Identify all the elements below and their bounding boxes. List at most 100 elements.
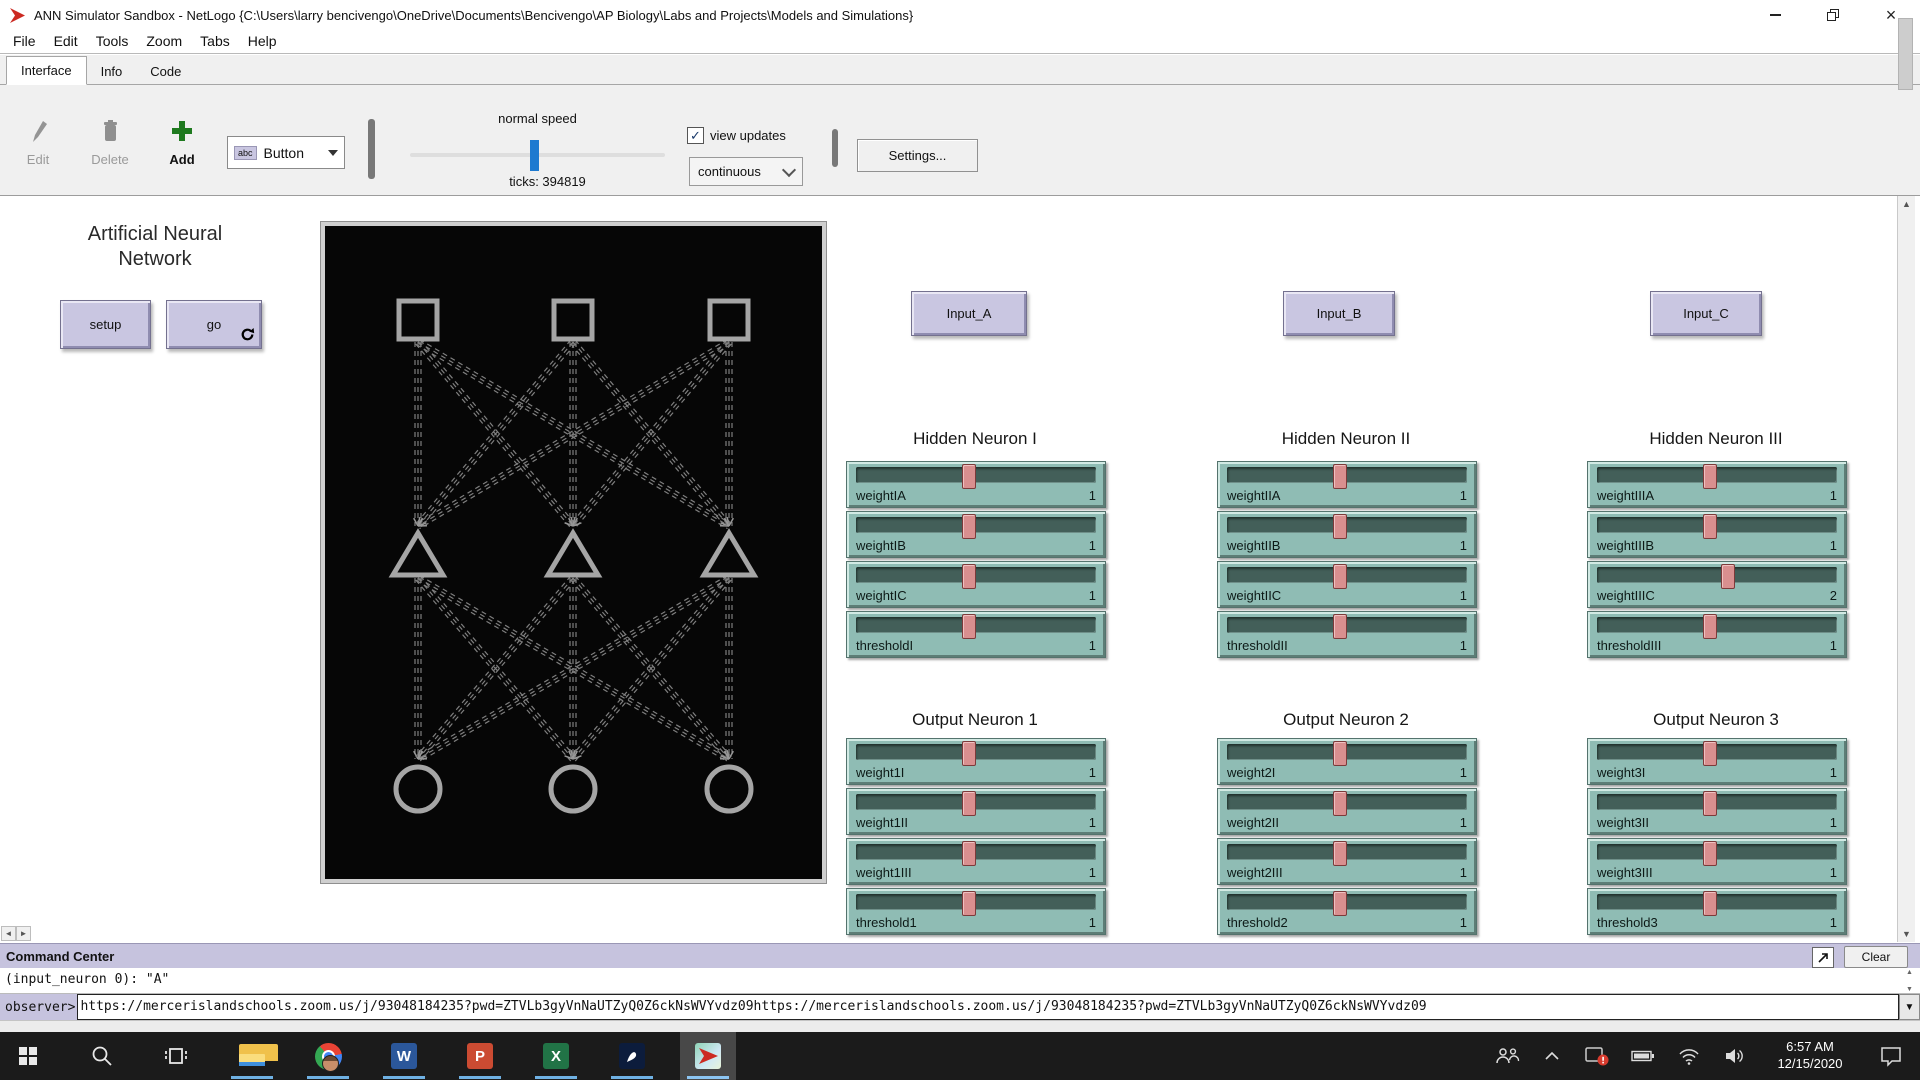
slider-weightIB[interactable]: weightIB1	[846, 511, 1106, 558]
menu-zoom[interactable]: Zoom	[137, 30, 191, 53]
clock-tray-button[interactable]: 6:57 AM 12/15/2020	[1758, 1032, 1862, 1080]
clear-button[interactable]: Clear	[1844, 946, 1908, 968]
edit-tool-button[interactable]: Edit	[8, 119, 68, 167]
slider-handle[interactable]	[962, 564, 976, 589]
taskbar-word[interactable]: W	[376, 1032, 432, 1080]
taskbar-file-explorer[interactable]	[224, 1032, 280, 1080]
slider-handle[interactable]	[962, 841, 976, 866]
slider-handle[interactable]	[962, 514, 976, 539]
slider-weightIIIA[interactable]: weightIIIA1	[1587, 461, 1847, 508]
command-history-dropdown[interactable]: ▼	[1899, 994, 1920, 1020]
slider-handle[interactable]	[962, 614, 976, 639]
slider-weightIIIB[interactable]: weightIIIB1	[1587, 511, 1847, 558]
h-scrollbar-right-arrow[interactable]: ►	[16, 926, 31, 941]
setup-button[interactable]: setup	[60, 300, 151, 349]
add-tool-button[interactable]: Add	[152, 119, 212, 167]
tab-code[interactable]: Code	[136, 58, 195, 85]
slider-handle[interactable]	[1333, 464, 1347, 489]
slider-threshold3[interactable]: threshold31	[1587, 888, 1847, 935]
volume-tray-button[interactable]	[1712, 1032, 1758, 1080]
slider-thresholdIII[interactable]: thresholdIII1	[1587, 611, 1847, 658]
widget-type-dropdown[interactable]: abc Button	[227, 136, 345, 169]
slider-threshold1[interactable]: threshold11	[846, 888, 1106, 935]
action-center-button[interactable]	[1862, 1032, 1920, 1080]
slider-weightIIB[interactable]: weightIIB1	[1217, 511, 1477, 558]
scroll-up-arrow[interactable]: ▲	[1898, 196, 1915, 212]
menu-tools[interactable]: Tools	[87, 30, 138, 53]
slider-handle[interactable]	[962, 891, 976, 916]
output-scrollbar[interactable]: ▲▼	[1903, 969, 1916, 993]
slider-handle[interactable]	[1333, 791, 1347, 816]
scroll-down-arrow[interactable]: ▼	[1898, 926, 1915, 942]
slider-handle[interactable]	[1333, 514, 1347, 539]
slider-weight3III[interactable]: weight3III1	[1587, 838, 1847, 885]
update-mode-dropdown[interactable]: continuous	[689, 157, 803, 186]
slider-weightIIC[interactable]: weightIIC1	[1217, 561, 1477, 608]
input-button-input_c[interactable]: Input_C	[1650, 291, 1762, 336]
tab-interface[interactable]: Interface	[6, 56, 87, 85]
slider-handle[interactable]	[1703, 614, 1717, 639]
slider-weightIA[interactable]: weightIA1	[846, 461, 1106, 508]
slider-weight2I[interactable]: weight2I1	[1217, 738, 1477, 785]
menu-file[interactable]: File	[4, 30, 45, 53]
slider-handle[interactable]	[1703, 741, 1717, 766]
slider-handle[interactable]	[1333, 841, 1347, 866]
vertical-scrollbar[interactable]: ▲ ▼	[1897, 196, 1915, 942]
slider-threshold2[interactable]: threshold21	[1217, 888, 1477, 935]
slider-weight1I[interactable]: weight1I1	[846, 738, 1106, 785]
slider-weight1III[interactable]: weight1III1	[846, 838, 1106, 885]
settings-button[interactable]: Settings...	[857, 139, 978, 172]
command-center-expand-button[interactable]	[1812, 947, 1834, 968]
menu-help[interactable]: Help	[239, 30, 286, 53]
start-button[interactable]	[0, 1032, 56, 1080]
vertical-scrollbar-thumb[interactable]	[1898, 18, 1913, 90]
slider-handle[interactable]	[1703, 791, 1717, 816]
hidden-icons-button[interactable]	[1530, 1032, 1574, 1080]
slider-handle[interactable]	[962, 741, 976, 766]
taskbar-chrome[interactable]	[300, 1032, 356, 1080]
slider-thresholdII[interactable]: thresholdII1	[1217, 611, 1477, 658]
wifi-tray-button[interactable]	[1666, 1032, 1712, 1080]
go-button[interactable]: go	[166, 300, 262, 349]
taskbar-search-button[interactable]	[74, 1032, 130, 1080]
slider-handle[interactable]	[1333, 564, 1347, 589]
people-button[interactable]	[1486, 1032, 1530, 1080]
slider-weightIIA[interactable]: weightIIA1	[1217, 461, 1477, 508]
view-updates-checkbox[interactable]: ✓	[687, 127, 704, 144]
slider-handle[interactable]	[1333, 891, 1347, 916]
h-scrollbar-left-arrow[interactable]: ◄	[1, 926, 16, 941]
slider-thresholdI[interactable]: thresholdI1	[846, 611, 1106, 658]
slider-handle[interactable]	[1703, 841, 1717, 866]
slider-weight2III[interactable]: weight2III1	[1217, 838, 1477, 885]
menu-edit[interactable]: Edit	[45, 30, 87, 53]
speed-slider-thumb[interactable]	[530, 140, 539, 171]
slider-handle[interactable]	[1703, 891, 1717, 916]
restore-button[interactable]	[1804, 0, 1862, 30]
battery-tray-button[interactable]	[1620, 1032, 1666, 1080]
slider-handle[interactable]	[962, 791, 976, 816]
taskbar-netlogo[interactable]	[680, 1032, 736, 1080]
slider-weight3I[interactable]: weight3I1	[1587, 738, 1847, 785]
taskbar-excel[interactable]: X	[528, 1032, 584, 1080]
slider-handle[interactable]	[1333, 614, 1347, 639]
slider-weightIC[interactable]: weightIC1	[846, 561, 1106, 608]
slider-weight1II[interactable]: weight1II1	[846, 788, 1106, 835]
task-view-button[interactable]	[148, 1032, 204, 1080]
slider-handle[interactable]	[962, 464, 976, 489]
world-view-canvas[interactable]	[321, 222, 826, 883]
command-input[interactable]: https://mercerislandschools.zoom.us/j/93…	[77, 994, 1899, 1020]
taskbar-powerpoint[interactable]: P	[452, 1032, 508, 1080]
taskbar-acrobat[interactable]	[604, 1032, 660, 1080]
slider-weightIIIC[interactable]: weightIIIC2	[1587, 561, 1847, 608]
minimize-button[interactable]	[1746, 0, 1804, 30]
input-button-input_a[interactable]: Input_A	[911, 291, 1027, 336]
slider-handle[interactable]	[1703, 514, 1717, 539]
slider-handle[interactable]	[1721, 564, 1735, 589]
delete-tool-button[interactable]: Delete	[80, 119, 140, 167]
slider-weight3II[interactable]: weight3II1	[1587, 788, 1847, 835]
slider-handle[interactable]	[1703, 464, 1717, 489]
input-button-input_b[interactable]: Input_B	[1283, 291, 1395, 336]
menu-tabs[interactable]: Tabs	[191, 30, 239, 53]
tab-info[interactable]: Info	[87, 58, 137, 85]
slider-handle[interactable]	[1333, 741, 1347, 766]
